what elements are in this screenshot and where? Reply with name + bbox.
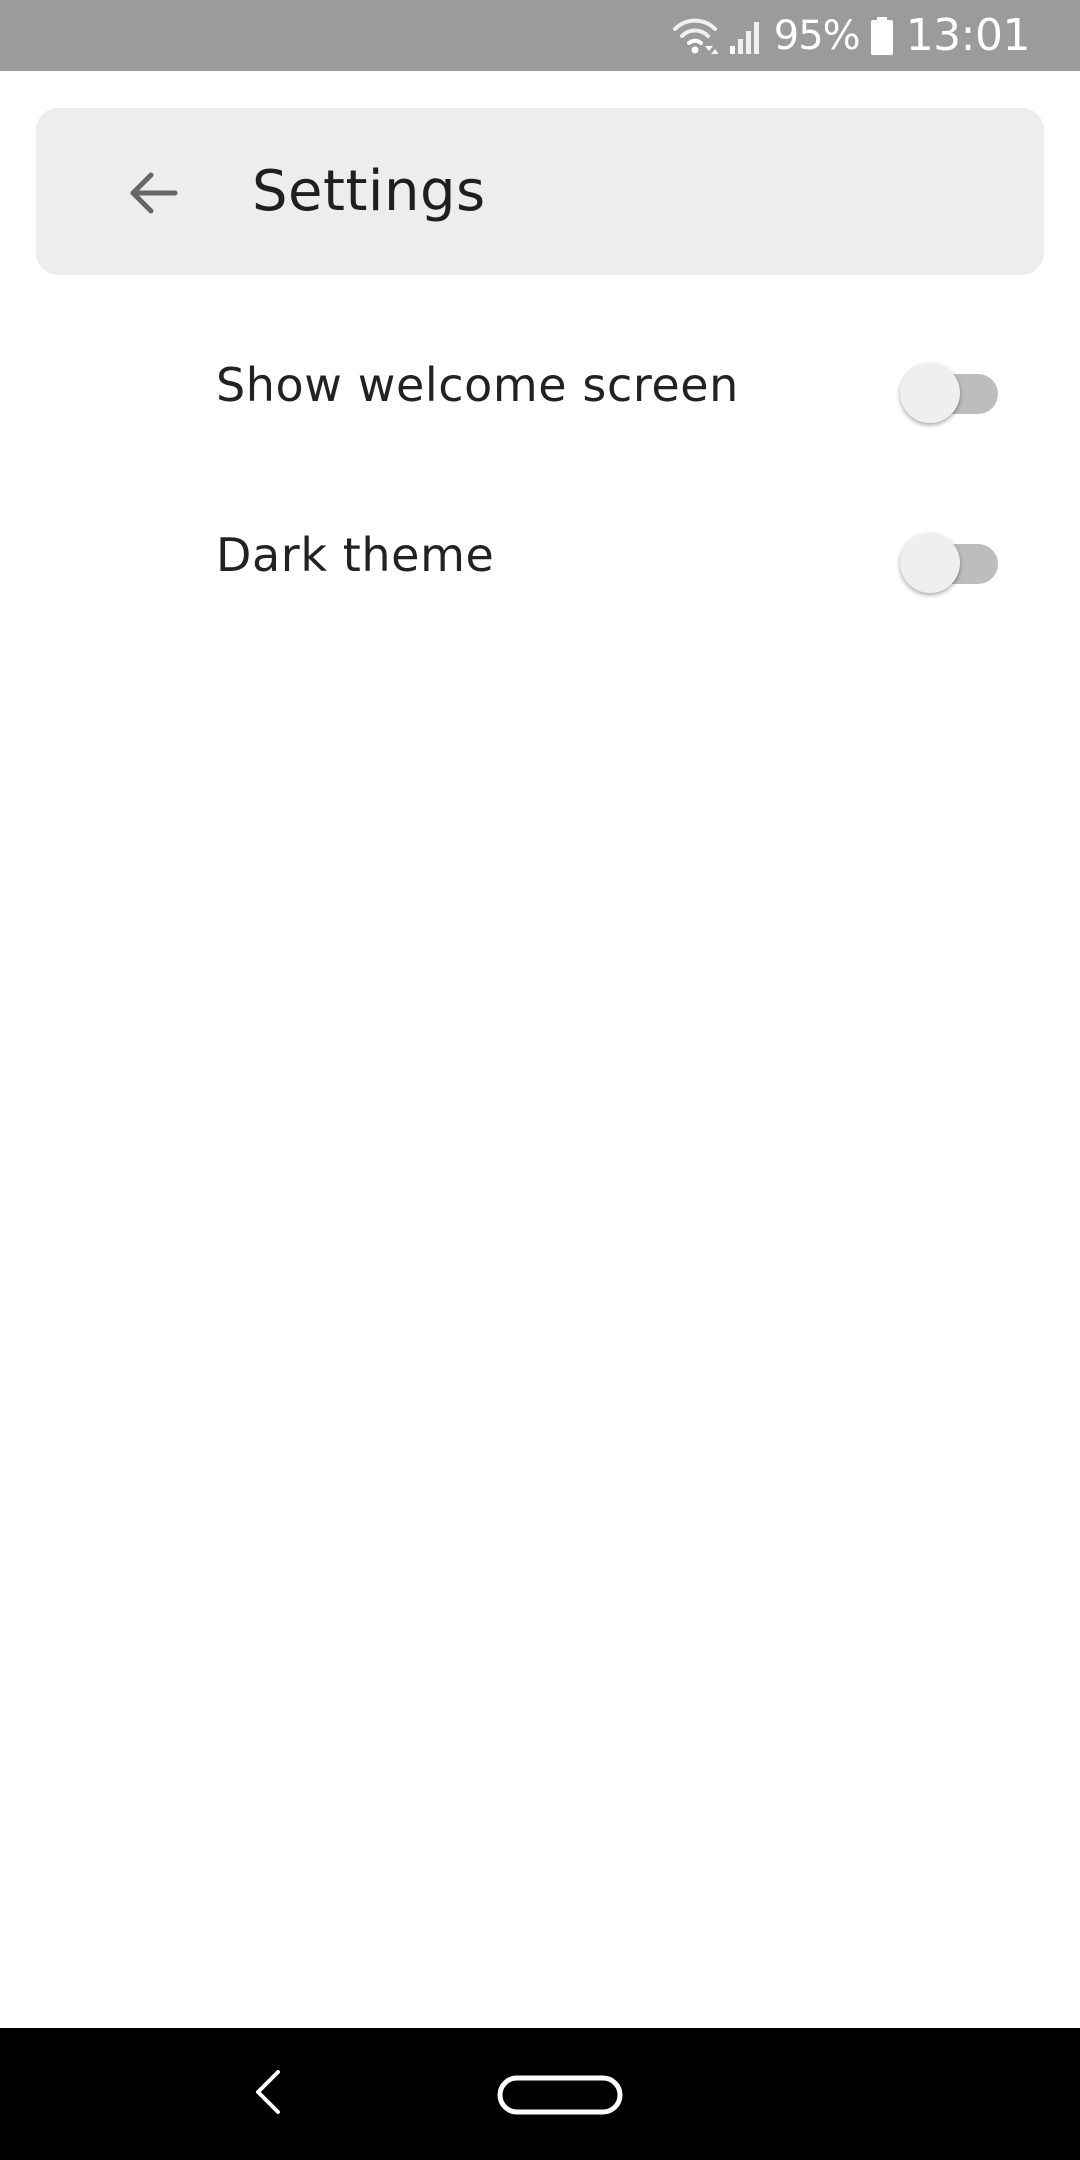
nav-back-icon xyxy=(248,2067,288,2121)
navigation-bar xyxy=(0,2028,1080,2160)
app-toolbar: Settings xyxy=(36,108,1044,275)
status-time: 13:01 xyxy=(905,10,1031,61)
settings-list: Show welcome screen Dark theme xyxy=(0,300,1080,640)
setting-row-dark-theme: Dark theme xyxy=(0,470,1080,640)
status-bar: 95% 13:01 xyxy=(0,0,1080,71)
switch-thumb xyxy=(900,533,960,593)
switch-thumb xyxy=(900,363,960,423)
dark-theme-switch[interactable] xyxy=(900,533,1000,593)
settings-screen: 95% 13:01 Settings Show welcome screen D… xyxy=(0,0,1080,2160)
nav-home-icon xyxy=(497,2075,623,2122)
battery-percent: 95% xyxy=(773,12,861,59)
nav-home-button[interactable] xyxy=(497,2072,623,2118)
page-title: Settings xyxy=(252,159,486,224)
arrow-back-icon xyxy=(125,165,181,225)
signal-icon xyxy=(728,16,764,56)
setting-row-show-welcome-screen: Show welcome screen xyxy=(0,300,1080,470)
setting-label: Show welcome screen xyxy=(216,358,739,412)
back-button[interactable] xyxy=(114,156,192,234)
setting-label: Dark theme xyxy=(216,528,495,582)
nav-back-button[interactable] xyxy=(238,2064,298,2124)
show-welcome-screen-switch[interactable] xyxy=(900,363,1000,423)
wifi-icon xyxy=(672,16,718,56)
battery-icon xyxy=(870,16,894,56)
